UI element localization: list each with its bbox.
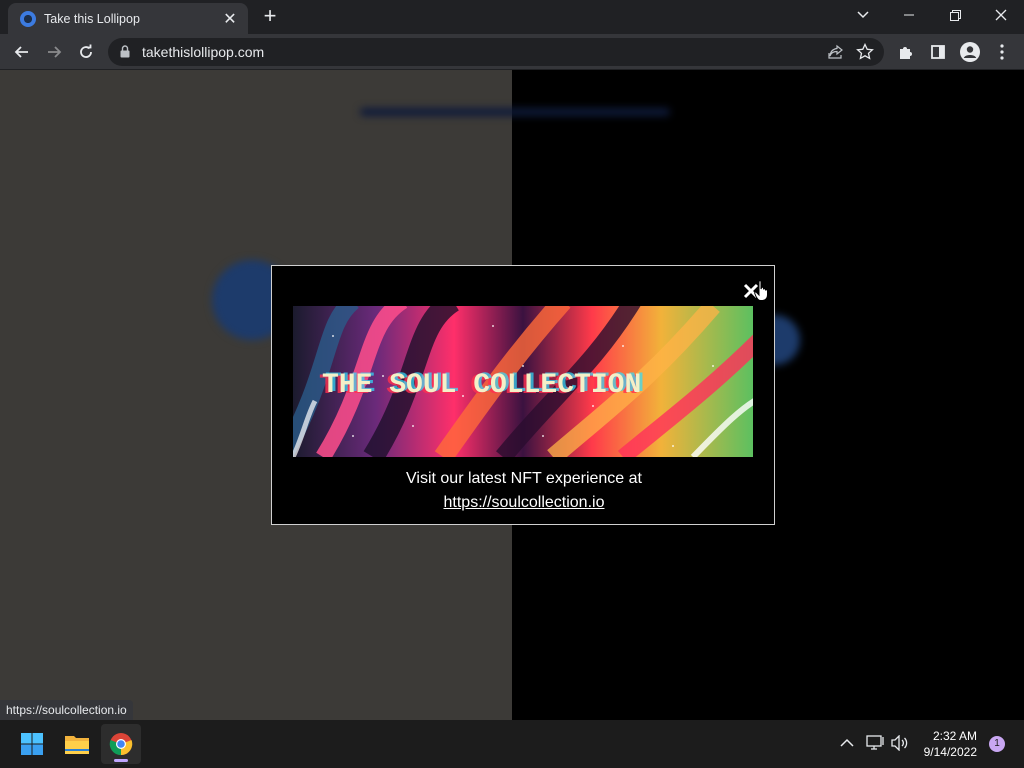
active-app-indicator bbox=[114, 759, 128, 762]
share-icon[interactable] bbox=[828, 44, 844, 60]
puzzle-piece-icon bbox=[900, 47, 912, 59]
lollipop-favicon-icon bbox=[20, 10, 36, 27]
profile-button[interactable] bbox=[956, 38, 984, 66]
file-explorer-button[interactable] bbox=[57, 724, 97, 764]
windows-taskbar: 2:32 AM 9/14/2022 1 bbox=[0, 720, 1024, 768]
minimize-button[interactable] bbox=[886, 0, 932, 30]
chrome-taskbar-button[interactable] bbox=[101, 724, 141, 764]
web-page-viewport: THE SOUL COLLECTION THE SOUL COLLECTION … bbox=[0, 70, 1024, 720]
psychedelic-banner-image: THE SOUL COLLECTION THE SOUL COLLECTION … bbox=[293, 306, 753, 457]
back-button[interactable] bbox=[8, 38, 36, 66]
side-panel-icon bbox=[931, 45, 945, 59]
soul-collection-link[interactable]: https://soulcollection.io bbox=[272, 494, 776, 512]
extensions-button[interactable] bbox=[892, 38, 920, 66]
windows-logo-icon bbox=[21, 733, 43, 755]
system-clock[interactable]: 2:32 AM 9/14/2022 bbox=[924, 728, 977, 760]
tab-close-icon[interactable]: ✕ bbox=[220, 9, 240, 29]
folder-icon bbox=[65, 736, 89, 754]
forward-arrow-icon bbox=[48, 46, 62, 58]
banner-title: THE SOUL COLLECTION bbox=[322, 370, 641, 401]
forward-button[interactable] bbox=[40, 38, 68, 66]
tab-title: Take this Lollipop bbox=[44, 11, 140, 26]
new-tab-button[interactable]: + bbox=[258, 5, 282, 29]
three-dots-vertical-icon bbox=[1000, 44, 1004, 60]
reload-icon bbox=[80, 44, 92, 58]
address-bar[interactable]: takethislollipop.com bbox=[108, 38, 884, 66]
clock-date: 9/14/2022 bbox=[923, 745, 977, 759]
start-button[interactable] bbox=[12, 724, 52, 764]
chrome-menu-button[interactable] bbox=[988, 38, 1016, 66]
browser-toolbar: takethislollipop.com bbox=[0, 34, 1024, 70]
clock-time: 2:32 AM bbox=[932, 729, 977, 743]
notification-badge[interactable]: 1 bbox=[989, 736, 1005, 752]
address-bar-url[interactable]: takethislollipop.com bbox=[142, 44, 264, 60]
restore-button[interactable] bbox=[932, 0, 978, 30]
browser-tab-strip: Take this Lollipop ✕ + bbox=[0, 0, 1024, 34]
back-arrow-icon bbox=[14, 46, 28, 58]
reload-button[interactable] bbox=[72, 38, 100, 66]
blurred-header-link bbox=[360, 108, 670, 116]
nft-promo-modal: THE SOUL COLLECTION THE SOUL COLLECTION … bbox=[271, 265, 775, 525]
network-icon[interactable] bbox=[866, 735, 886, 751]
show-hidden-icons-chevron-icon[interactable] bbox=[840, 738, 854, 748]
volume-icon[interactable] bbox=[891, 735, 909, 751]
close-window-button[interactable] bbox=[978, 0, 1024, 30]
lock-icon[interactable] bbox=[120, 45, 130, 58]
bookmark-star-icon[interactable] bbox=[856, 43, 874, 61]
soul-collection-banner[interactable]: THE SOUL COLLECTION THE SOUL COLLECTION … bbox=[293, 306, 753, 457]
tab-search-chevron-icon[interactable] bbox=[840, 0, 886, 30]
profile-avatar-icon bbox=[960, 42, 980, 62]
side-panel-button[interactable] bbox=[924, 38, 952, 66]
browser-tab[interactable]: Take this Lollipop ✕ bbox=[8, 3, 248, 34]
promo-message: Visit our latest NFT experience at bbox=[406, 470, 642, 487]
hand-pointer-cursor-icon bbox=[754, 280, 768, 301]
link-status-bubble: https://soulcollection.io bbox=[0, 700, 133, 720]
chrome-logo-icon bbox=[109, 733, 133, 756]
